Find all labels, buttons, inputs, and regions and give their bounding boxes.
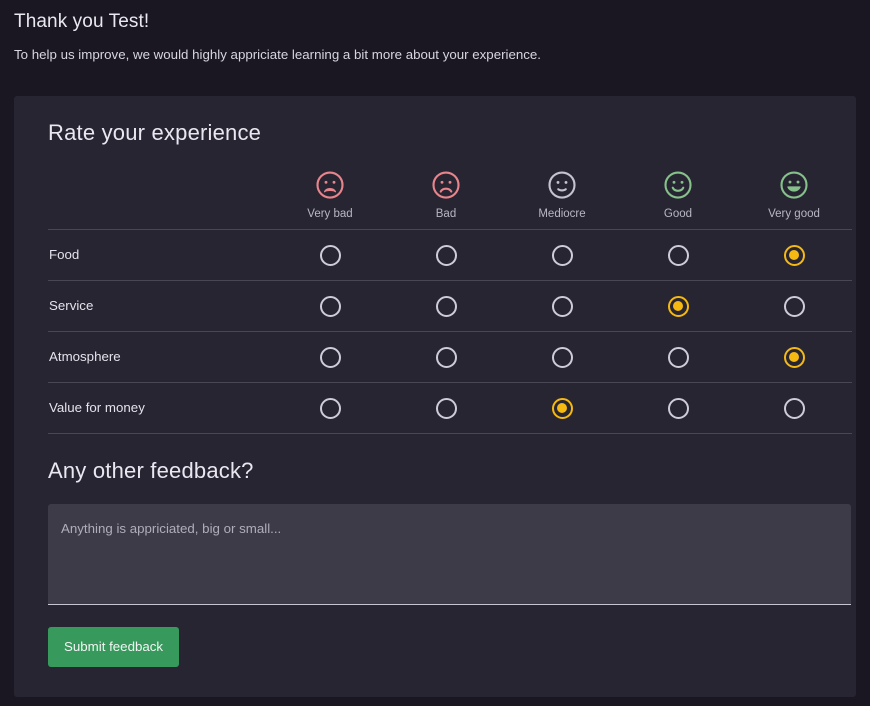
table-row: Food [48, 229, 852, 281]
scale-label-very-good: Very good [768, 208, 820, 220]
rating-cell[interactable] [388, 280, 504, 332]
scale-label-bad: Bad [435, 208, 457, 220]
face-neutral-icon [548, 171, 576, 199]
radio-value-good[interactable] [667, 397, 689, 419]
page-root: Thank you Test! To help us improve, we w… [0, 0, 870, 706]
radio-food-bad[interactable] [435, 244, 457, 266]
radio-value-very-bad[interactable] [319, 397, 341, 419]
page-subtitle: To help us improve, we would highly appr… [14, 47, 541, 62]
radio-value-very-good[interactable] [783, 397, 805, 419]
rating-cell[interactable] [736, 280, 852, 332]
face-sad-icon [432, 171, 460, 199]
rating-cell[interactable] [388, 331, 504, 383]
row-label-atmosphere: Atmosphere [48, 331, 272, 383]
radio-atmosphere-very-good[interactable] [783, 346, 805, 368]
rating-corner-cell [48, 148, 272, 230]
face-very-sad-icon [316, 171, 344, 199]
rating-cell[interactable] [272, 229, 388, 281]
radio-atmosphere-bad[interactable] [435, 346, 457, 368]
rating-cell[interactable] [736, 382, 852, 434]
rating-cell[interactable] [504, 382, 620, 434]
radio-service-very-bad[interactable] [319, 295, 341, 317]
face-smile-icon [664, 171, 692, 199]
rating-cell[interactable] [620, 382, 736, 434]
rating-cell[interactable] [504, 229, 620, 281]
radio-atmosphere-mediocre[interactable] [551, 346, 573, 368]
radio-value-bad[interactable] [435, 397, 457, 419]
scale-header-good: Good [620, 148, 736, 230]
table-row: Atmosphere [48, 331, 852, 383]
radio-food-very-bad[interactable] [319, 244, 341, 266]
rating-scale-header-row: Very bad Bad Mediocre Good Very good [48, 148, 852, 230]
radio-value-mediocre[interactable] [551, 397, 573, 419]
radio-atmosphere-very-bad[interactable] [319, 346, 341, 368]
rating-cell[interactable] [504, 280, 620, 332]
rating-cell[interactable] [620, 229, 736, 281]
feedback-textarea-wrap [48, 504, 851, 605]
rating-cell[interactable] [504, 331, 620, 383]
rating-cell[interactable] [272, 331, 388, 383]
submit-feedback-button[interactable]: Submit feedback [48, 627, 180, 667]
scale-header-very-good: Very good [736, 148, 852, 230]
radio-atmosphere-good[interactable] [667, 346, 689, 368]
row-label-food: Food [48, 229, 272, 281]
scale-header-mediocre: Mediocre [504, 148, 620, 230]
feedback-section-title: Any other feedback? [48, 458, 254, 483]
scale-header-bad: Bad [388, 148, 504, 230]
scale-label-mediocre: Mediocre [538, 208, 586, 220]
radio-service-mediocre[interactable] [551, 295, 573, 317]
rating-cell[interactable] [272, 280, 388, 332]
rating-cell[interactable] [272, 382, 388, 434]
feedback-textarea[interactable] [48, 504, 851, 604]
rating-cell[interactable] [736, 229, 852, 281]
radio-food-mediocre[interactable] [551, 244, 573, 266]
radio-food-very-good[interactable] [783, 244, 805, 266]
rating-cell[interactable] [736, 331, 852, 383]
radio-service-very-good[interactable] [783, 295, 805, 317]
scale-header-very-bad: Very bad [272, 148, 388, 230]
rating-cell[interactable] [620, 280, 736, 332]
scale-label-good: Good [663, 208, 693, 220]
page-title: Thank you Test! [14, 11, 150, 32]
row-label-service: Service [48, 280, 272, 332]
rating-matrix-head: Very bad Bad Mediocre Good Very good [48, 148, 852, 230]
rating-cell[interactable] [620, 331, 736, 383]
scale-label-very-bad: Very bad [307, 208, 353, 220]
rating-matrix-body: Food Service Atmosphere Value for money [48, 229, 852, 434]
rating-cell[interactable] [388, 229, 504, 281]
rating-matrix: Very bad Bad Mediocre Good Very good Foo… [48, 148, 852, 434]
rating-section-title: Rate your experience [48, 120, 262, 145]
rating-cell[interactable] [388, 382, 504, 434]
table-row: Value for money [48, 382, 852, 434]
row-label-value-for-money: Value for money [48, 382, 272, 434]
radio-service-bad[interactable] [435, 295, 457, 317]
face-grin-icon [780, 171, 808, 199]
table-row: Service [48, 280, 852, 332]
radio-food-good[interactable] [667, 244, 689, 266]
intro-block: Thank you Test! To help us improve, we w… [0, 0, 870, 65]
radio-service-good[interactable] [667, 295, 689, 317]
survey-card: Rate your experience Very bad Bad Medioc… [14, 96, 856, 697]
